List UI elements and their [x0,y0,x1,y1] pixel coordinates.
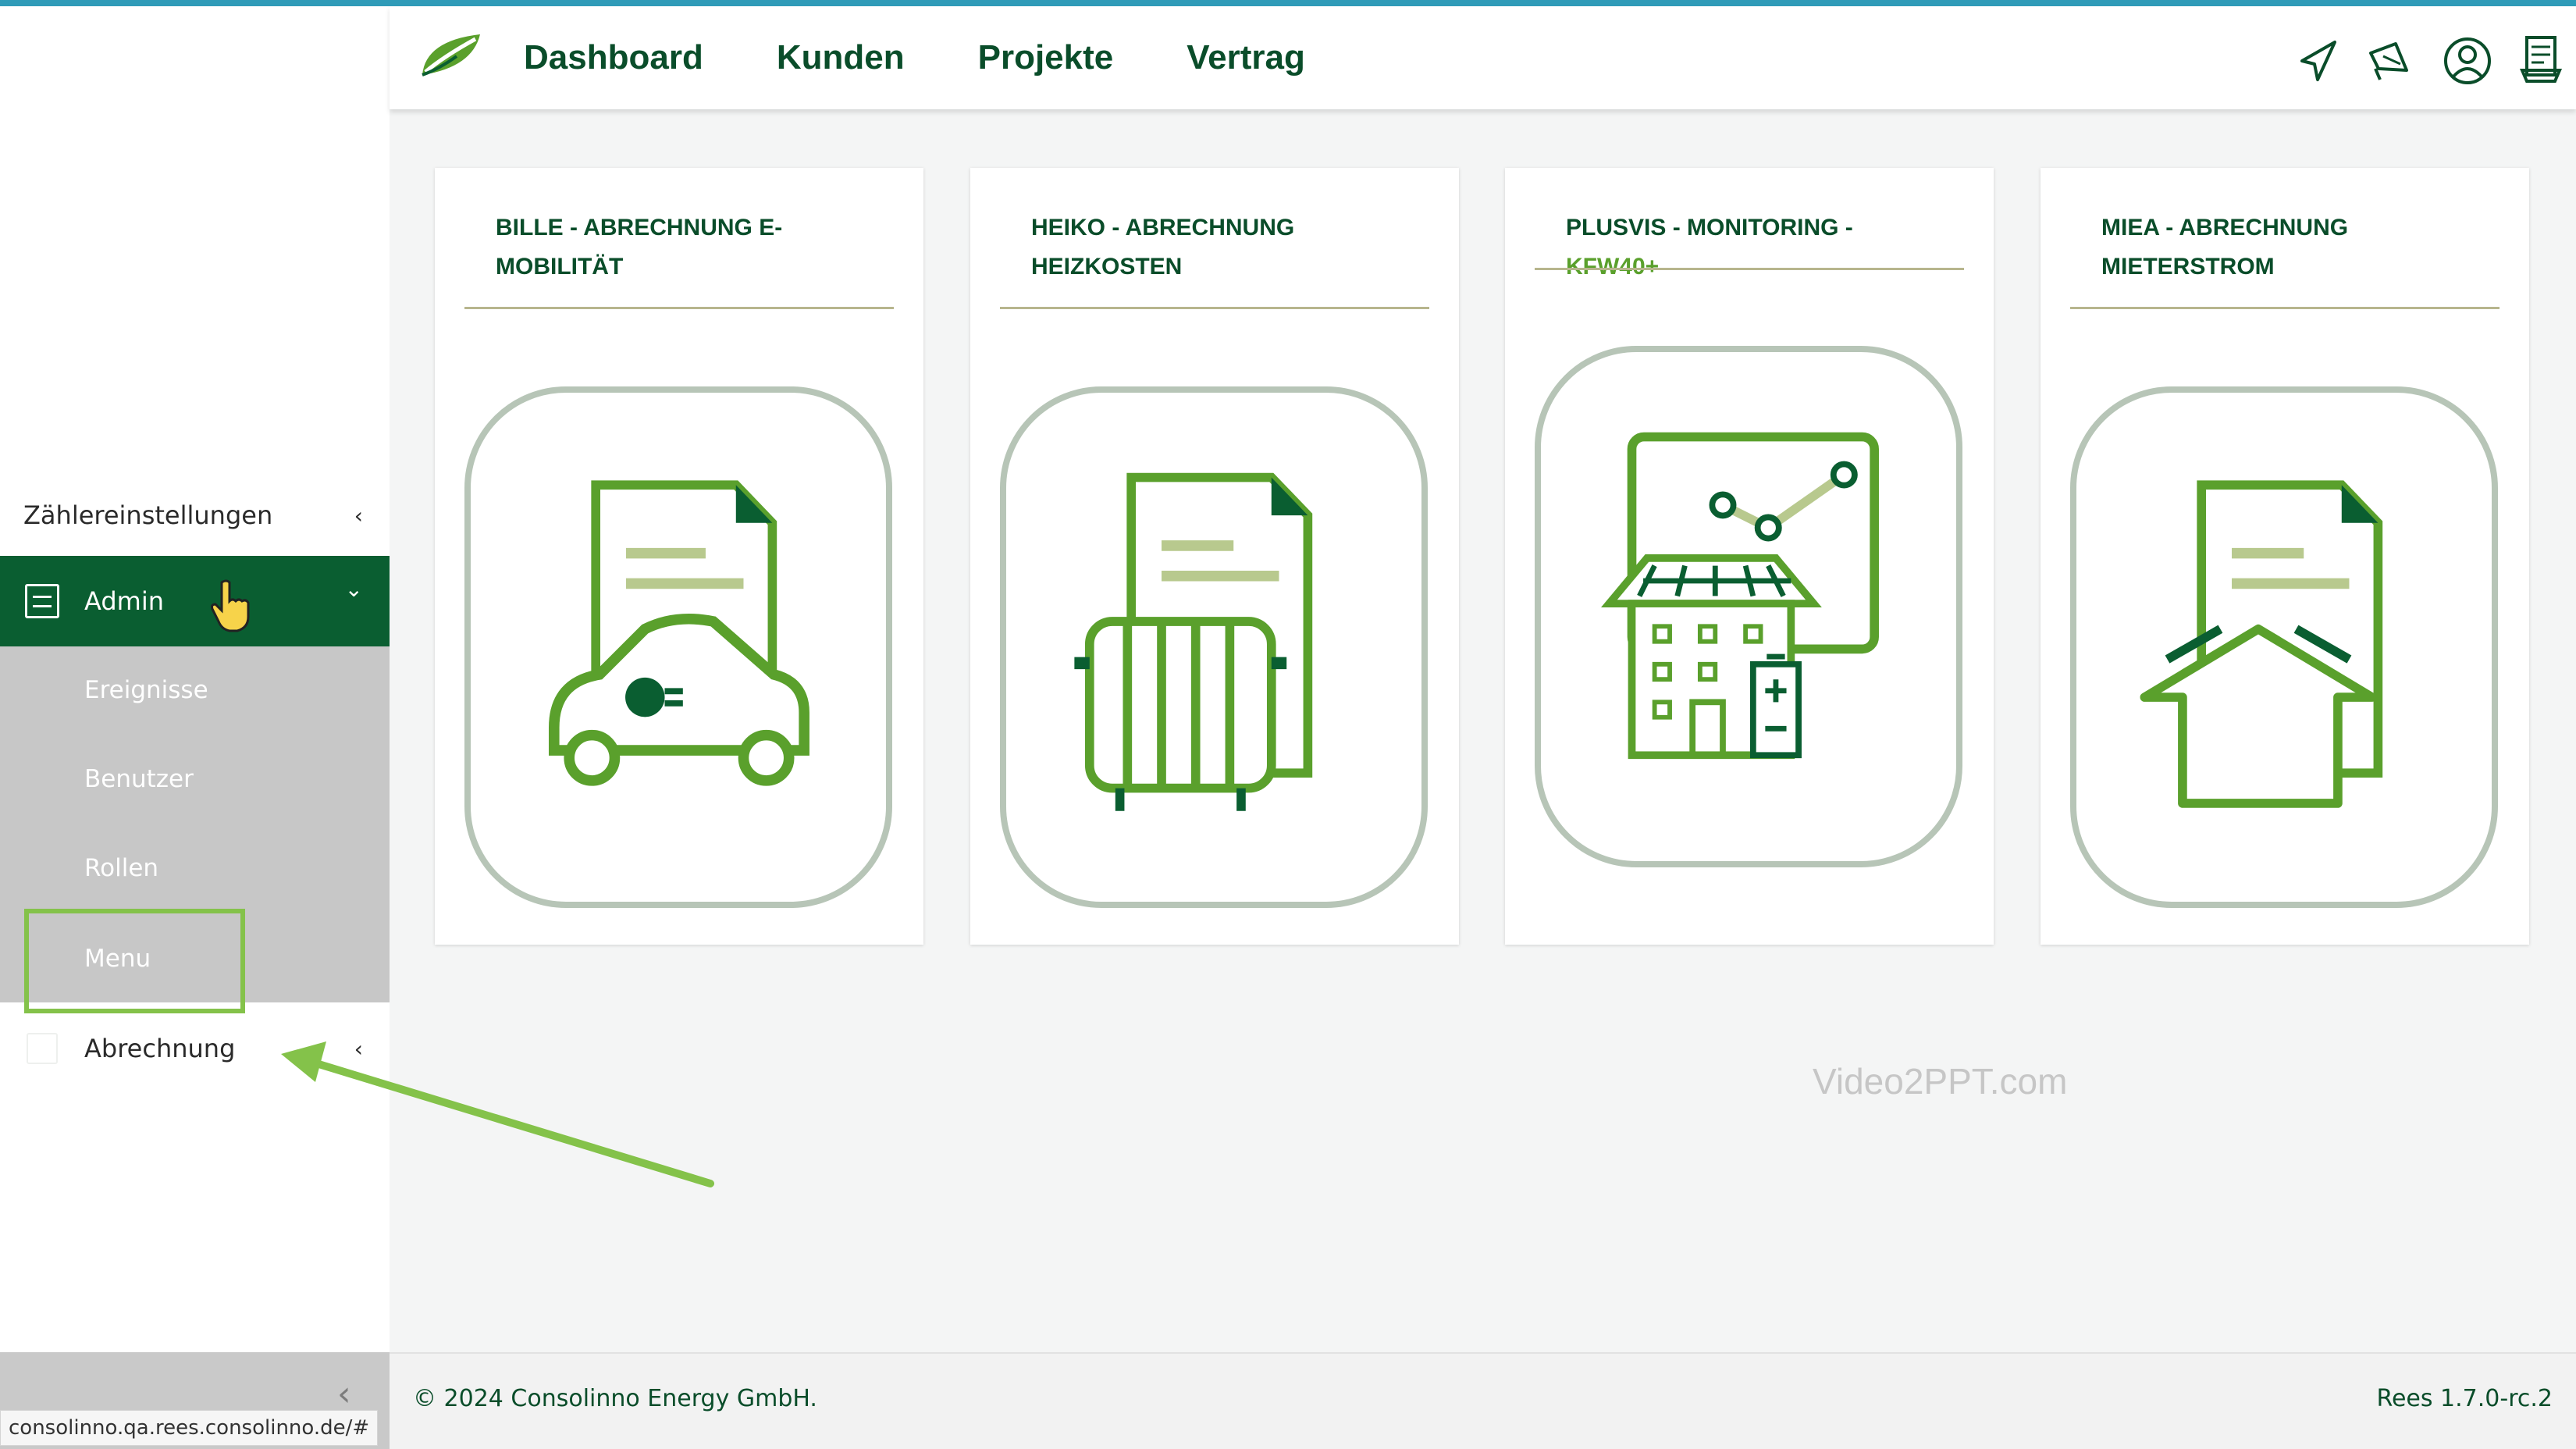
card-heiko[interactable]: HEIKO - ABRECHNUNG HEIZKOSTEN [970,168,1459,945]
sidebar-item-label: Abrechnung [84,1034,236,1063]
sidebar-item-abrechnung[interactable]: Abrechnung ‹ [0,1013,390,1084]
nav-kunden[interactable]: Kunden [777,38,905,77]
footer-version: Rees 1.7.0-rc.2 [2376,1385,2553,1412]
radiator-invoice-icon [1000,386,1428,908]
card-divider [1535,268,1964,270]
card-bille[interactable]: BILLE - ABRECHNUNG E-MOBILITÄT [435,168,923,945]
card-title: PLUSVIS - MONITORING - KFW40+ [1566,215,1853,279]
sidebar-subitem-benutzer[interactable]: Benutzer [84,765,194,793]
admin-icon [25,584,59,618]
send-icon[interactable] [2294,33,2344,87]
sidebar: Zählereinstellungen ‹ Admin ⌄ Ereignisse… [0,0,390,1449]
card-divider [464,307,894,309]
consolinno-logo[interactable] [418,30,485,81]
sidebar-item-admin[interactable]: Admin ⌄ [0,556,390,646]
card-divider [1000,307,1429,309]
status-bar-url: consolinno.qa.rees.consolinno.de/# [0,1410,379,1446]
page-footer: © 2024 Consolinno Energy GmbH. Rees 1.7.… [390,1352,2576,1449]
abrechnung-icon [27,1033,58,1064]
sidebar-item-label: Admin [84,586,164,616]
document-list-icon[interactable] [2516,33,2566,87]
top-accent-bar [0,0,2576,6]
watermark: Video2PPT.com [1813,1061,2068,1102]
main-nav: Dashboard Kunden Projekte Vertrag [524,6,1379,109]
sidebar-item-label: Zählereinstellungen [23,500,273,530]
sidebar-item-zahlereinstellungen[interactable]: Zählereinstellungen ‹ [0,484,390,546]
sidebar-subitem-ereignisse[interactable]: Ereignisse [84,676,208,704]
user-profile-icon[interactable] [2443,33,2492,87]
card-miea[interactable]: MIEA - ABRECHNUNG MIETERSTROM [2041,168,2529,945]
nav-vertrag[interactable]: Vertrag [1187,38,1305,77]
card-plusvis[interactable]: PLUSVIS - MONITORING - KFW40+ [1505,168,1994,945]
card-divider [2070,307,2500,309]
chevron-left-icon: ‹ [354,1035,363,1062]
footer-copyright: © 2024 Consolinno Energy GmbH. [413,1385,817,1412]
solar-house-monitoring-icon [1535,346,1962,867]
chevron-left-icon: ‹ [354,502,363,529]
collapse-sidebar-icon[interactable]: ‹ [337,1374,351,1414]
top-header: Dashboard Kunden Projekte Vertrag [390,6,2576,109]
nav-dashboard[interactable]: Dashboard [524,38,703,77]
megaphone-icon[interactable] [2364,33,2414,87]
menu-highlight-box [24,909,245,1013]
nav-projekte[interactable]: Projekte [978,38,1114,77]
sidebar-subitem-rollen[interactable]: Rollen [84,854,158,882]
card-title: MIEA - ABRECHNUNG MIETERSTROM [2101,215,2349,279]
card-title: HEIKO - ABRECHNUNG HEIZKOSTEN [1031,215,1295,279]
chevron-down-icon: ⌄ [344,576,363,602]
house-invoice-icon [2070,386,2498,908]
ev-car-invoice-icon [464,386,892,908]
card-title: BILLE - ABRECHNUNG E-MOBILITÄT [496,215,783,279]
hand-cursor-icon [211,579,250,632]
